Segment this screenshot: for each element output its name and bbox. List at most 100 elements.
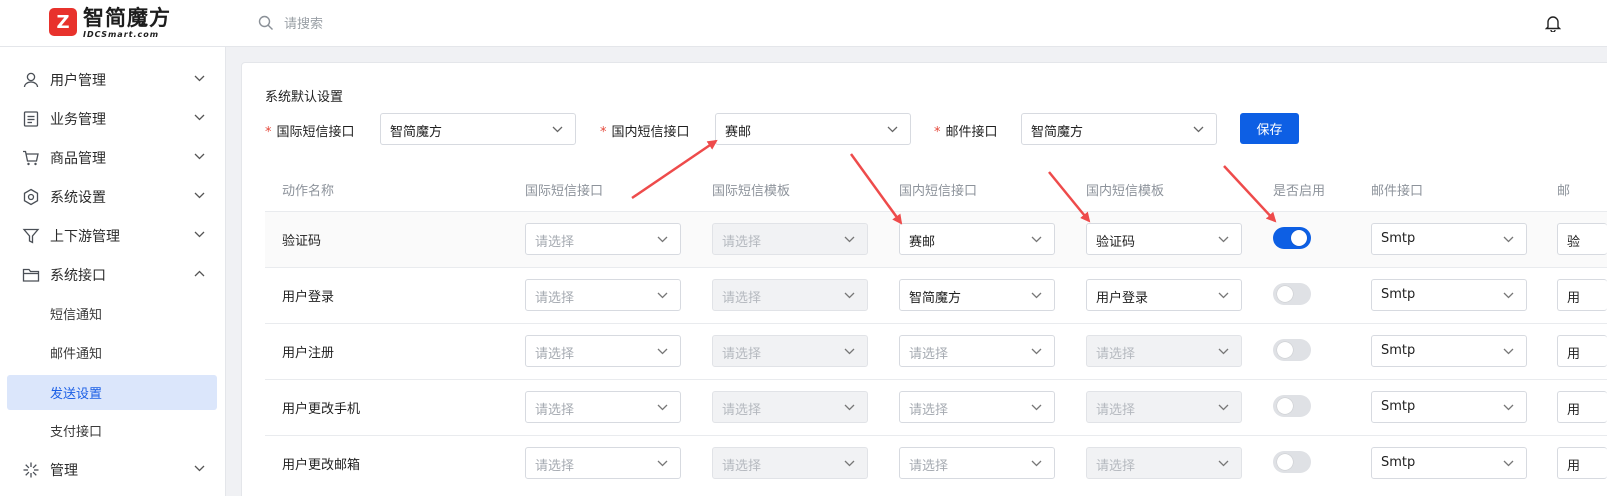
domestic-sms-template-select: 请选择 [1086, 391, 1242, 423]
select-value: 请选择 [535, 347, 575, 362]
extra-select[interactable]: 用 [1557, 335, 1607, 367]
select-value: 请选择 [909, 403, 949, 418]
cart-icon [23, 150, 39, 166]
select-value: Smtp [1381, 399, 1416, 414]
select-value: Smtp [1381, 287, 1416, 302]
required-mark: * [265, 125, 272, 140]
select-value: 请选择 [535, 459, 575, 474]
chevron-down-icon [1218, 404, 1229, 411]
domestic-sms-iface-select[interactable]: 请选择 [899, 391, 1055, 423]
select-value: 用 [1567, 403, 1581, 418]
enable-toggle[interactable] [1273, 451, 1311, 473]
select-value: 请选择 [722, 235, 762, 250]
email-label: * 邮件接口 [934, 125, 998, 140]
column-header: 国际短信模板 [712, 184, 791, 199]
sidebar-subitem-sms-notice[interactable]: 短信通知 [7, 296, 217, 331]
bell-icon[interactable] [1544, 14, 1562, 36]
chevron-down-icon [1031, 460, 1042, 467]
intl-sms-iface-select[interactable]: 请选择 [525, 391, 681, 423]
chevron-down-icon [657, 236, 668, 243]
domestic-sms-iface-select[interactable]: 请选择 [899, 447, 1055, 479]
sidebar-subitem-label: 邮件通知 [50, 347, 103, 362]
sidebar-item-system-settings[interactable]: 系统设置 [0, 177, 226, 216]
email-iface-select[interactable]: Smtp [1371, 335, 1527, 367]
column-header: 邮 [1557, 184, 1571, 199]
sidebar-item-management[interactable]: 管理 [0, 450, 226, 489]
extra-select[interactable]: 用 [1557, 447, 1607, 479]
sidebar-subitem-email-notice[interactable]: 邮件通知 [7, 335, 217, 370]
sidebar-item-product-management[interactable]: 商品管理 [0, 138, 226, 177]
email-iface-select[interactable]: Smtp [1371, 279, 1527, 311]
domestic-sms-iface-select[interactable]: 智简魔方 [899, 279, 1055, 311]
domestic-sms-label: * 国内短信接口 [600, 125, 690, 140]
intl-sms-select[interactable]: 智简魔方 [380, 113, 576, 145]
chevron-down-icon [1503, 404, 1514, 411]
sidebar-item-user-management[interactable]: 用户管理 [0, 60, 226, 99]
domestic-sms-select[interactable]: 赛邮 [715, 113, 911, 145]
sidebar-item-business-management[interactable]: 业务管理 [0, 99, 226, 138]
user-icon [23, 72, 39, 88]
domestic-sms-template-select[interactable]: 验证码 [1086, 223, 1242, 255]
search-bar[interactable]: 请搜索 [258, 13, 323, 32]
logo[interactable]: Z 智简魔方 IDCSmart.com [49, 6, 171, 39]
email-iface-select[interactable]: Smtp [1371, 447, 1527, 479]
chevron-down-icon [887, 126, 898, 133]
chevron-down-icon [844, 236, 855, 243]
intl-sms-iface-select[interactable]: 请选择 [525, 447, 681, 479]
chevron-down-icon [1503, 292, 1514, 299]
intl-sms-template-select: 请选择 [712, 279, 868, 311]
chevron-down-icon [844, 404, 855, 411]
email-select[interactable]: 智简魔方 [1021, 113, 1217, 145]
intl-sms-template-select: 请选择 [712, 391, 868, 423]
sidebar-item-upstream-downstream[interactable]: 上下游管理 [0, 216, 226, 255]
email-iface-select[interactable]: Smtp [1371, 223, 1527, 255]
chevron-down-icon [194, 192, 205, 199]
intl-sms-iface-select[interactable]: 请选择 [525, 335, 681, 367]
intl-sms-iface-select[interactable]: 请选择 [525, 279, 681, 311]
funnel-icon [22, 228, 40, 244]
enable-toggle[interactable] [1273, 339, 1311, 361]
sidebar-item-label: 系统设置 [50, 189, 106, 206]
domestic-sms-iface-select[interactable]: 赛邮 [899, 223, 1055, 255]
extra-select[interactable]: 验 [1557, 223, 1607, 255]
enable-toggle[interactable] [1273, 227, 1311, 249]
folder-icon [22, 268, 40, 282]
chevron-down-icon [844, 460, 855, 467]
sidebar-item-system-interface[interactable]: 系统接口 [0, 255, 226, 294]
intl-sms-iface-select[interactable]: 请选择 [525, 223, 681, 255]
required-mark: * [600, 125, 607, 140]
toggle-knob [1291, 230, 1307, 246]
select-value: 验 [1567, 235, 1581, 250]
column-header: 动作名称 [282, 184, 335, 199]
extra-select[interactable]: 用 [1557, 279, 1607, 311]
enable-toggle[interactable] [1273, 395, 1311, 417]
logo-text: 智简魔方 [83, 6, 171, 30]
domestic-sms-template-select[interactable]: 用户登录 [1086, 279, 1242, 311]
select-value: 请选择 [535, 291, 575, 306]
extra-select[interactable]: 用 [1557, 391, 1607, 423]
action-name: 用户注册 [282, 346, 335, 361]
select-value: 请选择 [535, 403, 575, 418]
select-value: 请选择 [722, 403, 762, 418]
toggle-knob [1277, 342, 1293, 358]
chevron-down-icon [1193, 126, 1204, 133]
column-header: 国内短信模板 [1086, 184, 1165, 199]
action-name: 验证码 [282, 234, 322, 249]
chevron-up-icon [194, 270, 205, 277]
column-header: 是否启用 [1273, 184, 1326, 199]
sidebar-subitem-label: 短信通知 [50, 308, 103, 323]
save-button[interactable]: 保存 [1240, 113, 1299, 144]
domestic-sms-iface-select[interactable]: 请选择 [899, 335, 1055, 367]
enable-toggle[interactable] [1273, 283, 1311, 305]
intl-sms-template-select: 请选择 [712, 447, 868, 479]
sidebar-subitem-send-settings[interactable]: 发送设置 [7, 375, 217, 410]
domestic-sms-template-select: 请选择 [1086, 335, 1242, 367]
toggle-knob [1277, 454, 1293, 470]
email-iface-select[interactable]: Smtp [1371, 391, 1527, 423]
chevron-down-icon [844, 292, 855, 299]
chevron-down-icon [1503, 348, 1514, 355]
sidebar-subitem-payment-interface[interactable]: 支付接口 [7, 413, 217, 448]
search-input[interactable]: 请搜索 [284, 13, 323, 32]
settings-icon [23, 188, 39, 206]
sidebar-item-label: 业务管理 [50, 111, 106, 128]
